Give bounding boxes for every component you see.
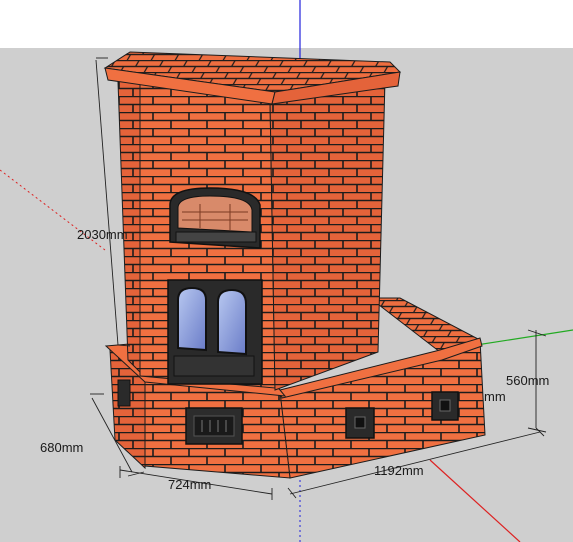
bench-vent-2[interactable] (431, 391, 459, 421)
oven-door[interactable] (169, 187, 261, 249)
tower-right-side (269, 79, 386, 391)
model-canvas[interactable] (0, 0, 573, 542)
depth-dimension-label: 680mm (40, 440, 84, 455)
bench-height-dimension-label: 560mm (506, 373, 550, 388)
fire-door[interactable] (167, 279, 263, 385)
base-side-vent[interactable] (117, 379, 131, 407)
partial-dimension-label: mm (484, 389, 506, 404)
bench-length-dimension-label: 1192mm (374, 463, 424, 478)
sketchup-viewport[interactable]: 2030mm 680mm 724mm 1192mm 560mm mm (0, 0, 573, 542)
ash-door[interactable] (185, 407, 243, 445)
bench-vent-1[interactable] (345, 407, 375, 439)
front-width-dimension-label: 724mm (168, 477, 212, 492)
sky-background (0, 0, 573, 48)
height-dimension-label: 2030mm (77, 227, 128, 242)
